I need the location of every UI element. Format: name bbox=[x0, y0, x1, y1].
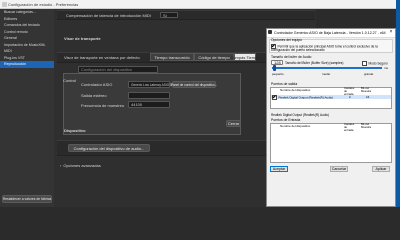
input-header-name: Nombre del dispositivo bbox=[280, 124, 311, 128]
output-device-name: Realtek Digital Output (Realtek(R) Audio… bbox=[278, 95, 334, 100]
asio-exclusive-option[interactable]: Permitir que la aplicación principal ASI… bbox=[271, 44, 391, 53]
asio-title: Controlador Genérico ASIO de Baja Latenc… bbox=[274, 31, 386, 35]
apply-button[interactable]: Aplicar bbox=[372, 166, 390, 172]
latency-slider-track[interactable] bbox=[272, 67, 382, 69]
latency-comp-select[interactable]: Sí bbox=[160, 12, 178, 18]
output-row-bits: 16 bbox=[366, 95, 370, 99]
stereo-output-label: Salida estéreo bbox=[81, 93, 107, 98]
input-ports-table bbox=[270, 123, 392, 163]
device-search-field[interactable]: Configuración del dispositivo bbox=[78, 66, 158, 73]
device-control-panel-button[interactable]: Panel de control del dispositivo... bbox=[171, 81, 217, 88]
latency-large-label: grande bbox=[364, 72, 374, 76]
close-icon[interactable]: × bbox=[387, 29, 395, 35]
output-row-name: Realtek Digital Output (Realtek(R) Audio… bbox=[272, 95, 333, 100]
safe-mode-label: Modo Seguro bbox=[368, 61, 388, 66]
input-header-channels: Canales de entrada bbox=[344, 122, 355, 132]
seg-timecode[interactable]: Código de tiempo bbox=[194, 53, 234, 61]
seg-elapsed-time[interactable]: Tiempo transcurrido bbox=[150, 53, 194, 61]
asio-titlebar: Controlador Genérico ASIO de Baja Latenc… bbox=[267, 29, 395, 38]
advanced-options-toggle[interactable]: › Opciones avanzadas bbox=[60, 163, 101, 168]
desktop-background bbox=[396, 0, 400, 207]
latency-small-label: pequeño bbox=[272, 72, 284, 76]
sample-rate-label: Frecuencia de muestreo bbox=[81, 103, 125, 108]
accept-button[interactable]: Aceptar bbox=[270, 166, 288, 172]
asio-buffer-title: Tamaño del búfer de Audio bbox=[271, 55, 312, 59]
window-title: Configuración de estudio - Preferencias bbox=[8, 1, 79, 7]
stereo-output-select[interactable] bbox=[128, 92, 170, 99]
output-header-name: Nombre del dispositivo bbox=[280, 88, 311, 92]
transport-section-heading: Visor de transporte bbox=[64, 36, 101, 41]
input-header-bits: Bit-out Muestra bbox=[361, 122, 372, 129]
latency-ms-label: ms bbox=[384, 66, 388, 70]
input-device-label: Realtek Digital Output (Realtek(R) Audio… bbox=[271, 113, 330, 117]
latency-medium-label: medio bbox=[322, 72, 331, 76]
asio-exclusive-label: Permitir que la aplicación principal ASI… bbox=[271, 44, 378, 52]
checkbox[interactable] bbox=[272, 95, 277, 100]
advanced-options-label: Opciones avanzadas bbox=[63, 163, 101, 168]
controller-label: Controlador ASIO bbox=[81, 82, 113, 87]
window-titlebar: Configuración de estudio - Preferencias bbox=[0, 0, 400, 9]
input-ports-title: Puertos de Entrada bbox=[271, 118, 301, 122]
device-section-heading: Dispositivo bbox=[64, 128, 86, 133]
chevron-right-icon: › bbox=[60, 163, 62, 168]
close-button[interactable]: Cerrar bbox=[226, 120, 241, 127]
app-icon bbox=[2, 2, 7, 7]
checkbox[interactable] bbox=[271, 44, 276, 49]
asio-app-icon bbox=[268, 30, 272, 34]
output-row-channels: 2 bbox=[349, 95, 351, 99]
buffer-size-label: Tamaño del Búfer (Buffer Size) (samples) bbox=[285, 61, 344, 65]
sidebar-item-playback[interactable]: Reproducción bbox=[0, 61, 54, 68]
latency-comp-label: Compensación de latencia de introducción… bbox=[66, 13, 151, 18]
control-side-label: Control bbox=[63, 78, 76, 83]
seg-bars-beats[interactable]: Compás Tiempo bbox=[230, 53, 260, 61]
transport-row-label: Visor de transporte en ventana por defec… bbox=[64, 55, 140, 60]
controller-select[interactable]: Generic Low Latency ASIO Driver bbox=[128, 81, 179, 88]
cancel-button[interactable]: Cancelar bbox=[330, 166, 348, 172]
output-ports-title: Puertos de salida bbox=[271, 82, 298, 86]
reset-factory-button[interactable]: Restablecer a valores de fábrica bbox=[2, 195, 52, 203]
latency-slider-thumb[interactable] bbox=[273, 65, 276, 71]
asio-options-title: Opciones del equipo bbox=[271, 38, 302, 42]
audio-device-config-button[interactable]: Configuración del dispositivo de audio..… bbox=[68, 144, 150, 152]
checkbox[interactable] bbox=[362, 61, 367, 66]
sidebar: Buscar categorías... Editores Comandos d… bbox=[0, 9, 54, 207]
output-header-bits: Bit-out Muestra bbox=[361, 86, 372, 93]
sample-rate-select[interactable]: 44100 bbox=[128, 101, 170, 108]
